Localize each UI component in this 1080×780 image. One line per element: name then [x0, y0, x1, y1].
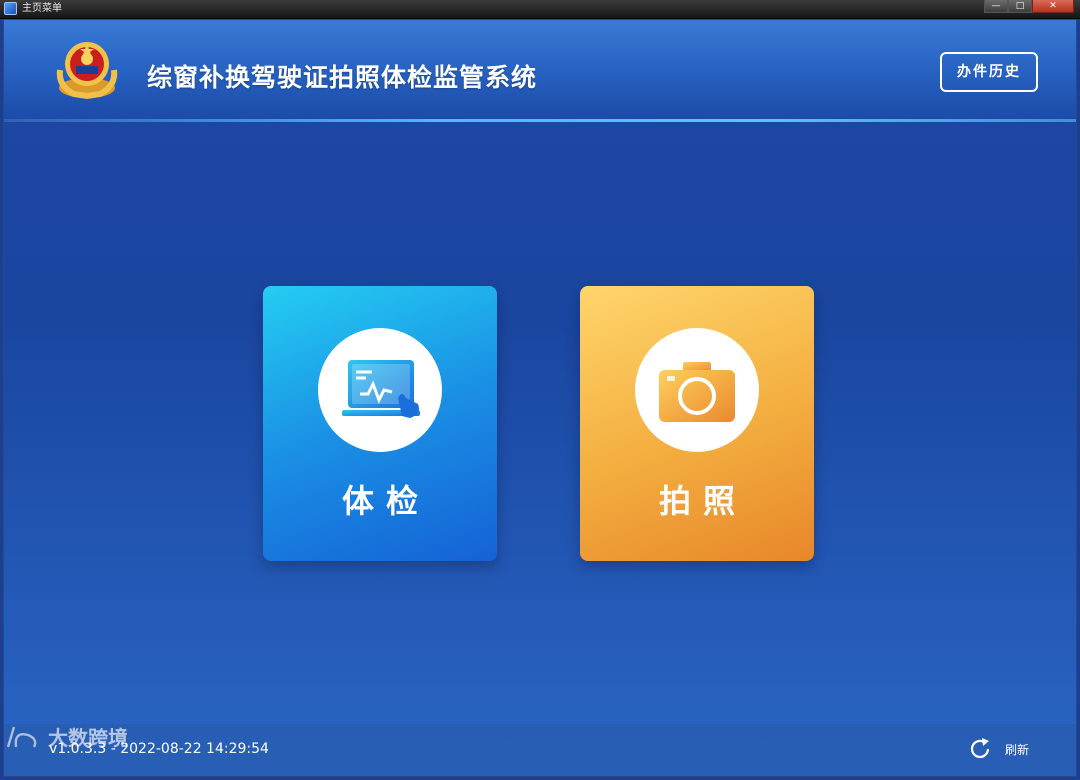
refresh-button[interactable]: 刷新: [967, 736, 1029, 762]
window-controls: — □ ✕: [984, 0, 1074, 14]
app-icon: [4, 2, 17, 15]
header-divider: [4, 119, 1076, 122]
exam-icon-circle: [318, 328, 442, 452]
history-button[interactable]: 办件历史: [940, 52, 1038, 92]
refresh-icon: [970, 738, 990, 758]
camera-icon: [659, 362, 735, 422]
window-title: 主页菜单: [22, 3, 62, 14]
watermark-logo-icon: [6, 726, 37, 748]
monitor-chart-icon: [342, 360, 420, 418]
maximize-button[interactable]: □: [1008, 0, 1032, 13]
refresh-label: 刷新: [1005, 742, 1030, 757]
app-window: 主页菜单 — □ ✕ 综窗补换驾驶证拍照体检监管系统 办件历史 体检 拍照 v1…: [0, 0, 1080, 780]
main-frame: 综窗补换驾驶证拍照体检监管系统 办件历史 体检 拍照 v1.0.3.3 - 20…: [3, 19, 1077, 777]
app-title: 综窗补换驾驶证拍照体检监管系统: [147, 63, 538, 92]
exam-card[interactable]: 体检: [263, 286, 497, 561]
watermark-text: 大数跨境: [48, 726, 128, 750]
app-header: 综窗补换驾驶证拍照体检监管系统 办件历史: [4, 20, 1076, 120]
photo-icon-circle: [635, 328, 759, 452]
watermark: 大数跨境: [4, 722, 128, 751]
status-footer: v1.0.3.3 - 2022-08-22 14:29:54 刷新: [4, 724, 1076, 776]
close-button[interactable]: ✕: [1032, 0, 1074, 13]
exam-label: 体检: [341, 482, 430, 520]
photo-label: 拍照: [658, 482, 747, 520]
timestamp: 2022-08-22 14:29:54: [120, 741, 269, 757]
window-titlebar[interactable]: 主页菜单 — □ ✕: [0, 0, 1080, 19]
photo-card[interactable]: 拍照: [580, 286, 814, 561]
minimize-button[interactable]: —: [984, 0, 1008, 13]
police-emblem-icon: [56, 42, 118, 100]
